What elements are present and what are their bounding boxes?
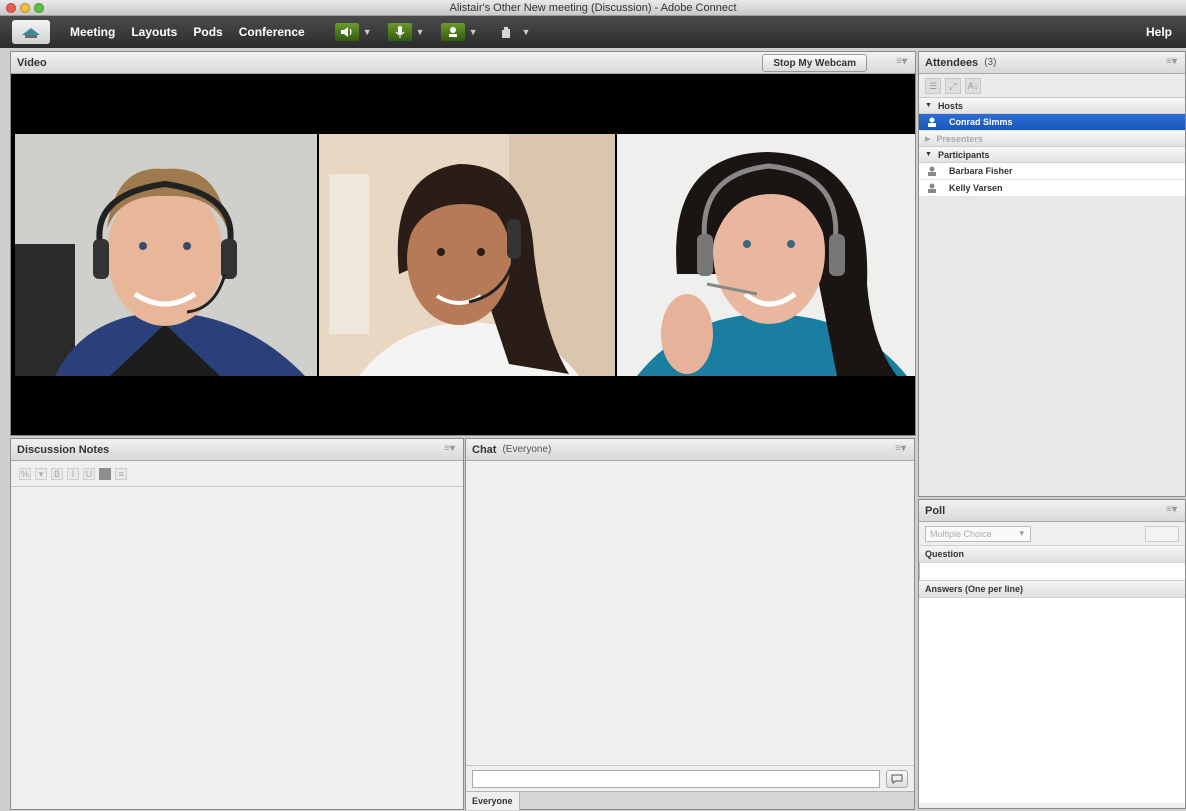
attendees-pod-title: Attendees <box>925 56 979 69</box>
attendee-name: Kelly Varsen <box>949 183 1003 193</box>
webcam-feed-woman-right <box>617 134 915 376</box>
attendee-name: Barbara Fisher <box>949 166 1013 176</box>
stop-my-webcam-button[interactable]: Stop My Webcam <box>762 54 867 72</box>
menu-layouts[interactable]: Layouts <box>131 25 177 39</box>
window-title: Alistair's Other New meeting (Discussion… <box>449 2 737 14</box>
speaker-dropdown-icon[interactable]: ▼ <box>363 27 372 37</box>
chat-scope: (Everyone) <box>502 444 552 455</box>
expand-triangle-icon: ▼ <box>925 102 932 109</box>
speaker-toggle[interactable]: ▼ <box>334 23 372 41</box>
webcam-icon <box>448 27 457 37</box>
group-participants[interactable]: ▼ Participants <box>919 147 1185 163</box>
sort-icon[interactable]: A↓ <box>965 77 981 94</box>
collapsed-triangle-icon: ▶ <box>925 135 931 143</box>
bullet-list-icon[interactable]: ≡ <box>115 467 127 480</box>
answers-textarea[interactable] <box>919 598 1185 803</box>
answers-label: Answers (One per line) <box>919 581 1185 598</box>
webcam-feed-woman-center <box>319 134 615 376</box>
chat-pod-header: Chat (Everyone) ≡▾ <box>466 439 914 461</box>
menu-bar: Meeting Layouts Pods Conference ▼ ▼ ▼ ▼ … <box>0 16 1186 48</box>
microphone-dropdown-icon[interactable]: ▼ <box>416 27 425 37</box>
group-presenters[interactable]: ▶ Presenters <box>919 131 1185 147</box>
video-pod-header: Video Stop My Webcam ≡▾ <box>11 52 915 74</box>
menu-pods[interactable]: Pods <box>193 25 222 39</box>
raise-hand-icon <box>501 27 510 38</box>
notes-pod-title: Discussion Notes <box>17 443 110 456</box>
participant-user-icon <box>928 183 936 193</box>
attendees-pod-header: Attendees (3) ≡▾ <box>919 52 1185 74</box>
expand-triangle-icon: ▼ <box>925 151 932 158</box>
speaker-icon <box>340 27 352 37</box>
text-color-icon[interactable] <box>99 467 111 480</box>
group-presenters-label: Presenters <box>936 133 983 144</box>
poll-open-button[interactable] <box>1145 525 1179 542</box>
video-stage <box>11 74 915 435</box>
adobe-connect-window: Alistair's Other New meeting (Discussion… <box>0 0 1186 811</box>
video-pod-menu-icon[interactable]: ≡▾ <box>896 56 907 67</box>
chat-message-area <box>466 461 914 765</box>
underline-icon[interactable]: U <box>83 467 95 480</box>
notes-pod-header: Discussion Notes ≡▾ <box>11 439 463 461</box>
adobe-connect-logo-button[interactable] <box>12 20 50 44</box>
group-hosts[interactable]: ▼ Hosts <box>919 98 1185 114</box>
attendee-host[interactable]: Conrad Simms <box>919 114 1185 131</box>
send-message-button[interactable] <box>886 769 908 788</box>
poll-type-row: Multiple Choice <box>919 522 1185 546</box>
chat-pod: Chat (Everyone) ≡▾ Everyone <box>465 438 915 810</box>
chat-input-row <box>466 765 914 791</box>
microphone-toggle[interactable]: ▼ <box>387 23 425 41</box>
poll-pod-title: Poll <box>925 504 946 517</box>
microphone-icon <box>395 26 405 38</box>
attendees-pod: Attendees (3) ≡▾ ☰ ⤢ A↓ ▼ Hosts Conrad S… <box>918 51 1186 497</box>
tab-everyone[interactable]: Everyone <box>466 792 520 810</box>
participant-user-icon <box>928 166 936 176</box>
question-input[interactable] <box>919 563 1185 581</box>
group-participants-label: Participants <box>937 149 990 160</box>
attendees-pod-menu-icon[interactable]: ≡▾ <box>1166 56 1177 67</box>
chat-pod-title: Chat <box>472 443 497 456</box>
discussion-notes-pod: Discussion Notes ≡▾ % ▾ B I U ≡ <box>10 438 464 810</box>
list-view-icon[interactable]: ☰ <box>925 77 941 94</box>
chat-pod-menu-icon[interactable]: ≡▾ <box>895 443 906 454</box>
attendee-count: (3) <box>984 57 997 68</box>
attendee-participant-1[interactable]: Barbara Fisher <box>919 163 1185 180</box>
menu-meeting[interactable]: Meeting <box>70 25 115 39</box>
poll-pod-header: Poll ≡▾ <box>919 500 1185 522</box>
chat-message-input[interactable] <box>472 769 880 788</box>
menu-conference[interactable]: Conference <box>239 25 305 39</box>
attendee-host-name: Conrad Simms <box>949 117 1013 127</box>
italic-icon[interactable]: I <box>67 467 79 480</box>
raise-hand-dropdown-icon[interactable]: ▼ <box>522 27 531 37</box>
webcam-dropdown-icon[interactable]: ▼ <box>469 27 478 37</box>
webcam-feed-man <box>15 134 317 376</box>
font-size-dropdown-icon[interactable]: ▾ <box>35 467 47 480</box>
speech-bubble-icon <box>891 774 903 784</box>
connect-logo-icon <box>22 28 40 38</box>
attendees-toolbar: ☰ ⤢ A↓ <box>919 74 1185 98</box>
question-label: Question <box>919 546 1185 563</box>
poll-type-select[interactable]: Multiple Choice <box>925 525 1031 542</box>
video-pod-title: Video <box>17 56 47 69</box>
notes-format-toolbar: % ▾ B I U ≡ <box>11 461 463 487</box>
video-pod: Video Stop My Webcam ≡▾ <box>10 51 916 436</box>
notes-pod-menu-icon[interactable]: ≡▾ <box>444 443 455 454</box>
video-feed-1 <box>15 134 317 376</box>
video-feed-2 <box>319 134 615 376</box>
video-feed-3 <box>617 134 915 376</box>
bold-icon[interactable]: B <box>51 467 63 480</box>
menu-help[interactable]: Help <box>1146 25 1172 39</box>
raise-hand-toggle[interactable]: ▼ <box>494 23 531 41</box>
notes-text-area[interactable] <box>11 487 463 809</box>
expand-icon[interactable]: ⤢ <box>945 77 961 94</box>
poll-pod: Poll ≡▾ Multiple Choice Question Answers… <box>918 499 1186 809</box>
webcam-toggle[interactable]: ▼ <box>440 23 478 41</box>
font-size-icon[interactable]: % <box>19 467 31 480</box>
attendee-participant-2[interactable]: Kelly Varsen <box>919 180 1185 197</box>
chat-tab-bar: Everyone <box>466 791 914 810</box>
poll-pod-menu-icon[interactable]: ≡▾ <box>1166 504 1177 515</box>
group-hosts-label: Hosts <box>937 100 963 111</box>
title-bar: Alistair's Other New meeting (Discussion… <box>0 0 1186 16</box>
host-user-icon <box>928 117 936 127</box>
